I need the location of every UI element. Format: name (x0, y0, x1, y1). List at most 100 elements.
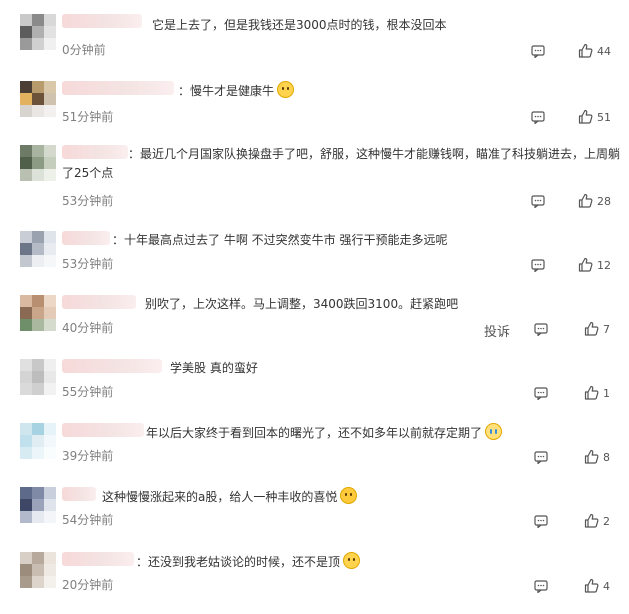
avatar-pixel (44, 447, 56, 459)
comment-bubble-icon[interactable] (534, 387, 548, 400)
avatar-pixel (20, 383, 32, 395)
username-redacted[interactable] (62, 14, 142, 28)
avatar[interactable] (20, 145, 56, 181)
username-redacted[interactable] (62, 487, 96, 501)
avatar-pixel (20, 243, 32, 255)
avatar-pixel (44, 435, 56, 447)
comment-time: 51分钟前 (62, 110, 114, 124)
like-count: 12 (597, 259, 611, 272)
avatar-pixel (20, 423, 32, 435)
avatar-pixel (32, 499, 44, 511)
avatar-pixel (32, 26, 44, 38)
report-button[interactable]: 投诉 (484, 321, 510, 340)
comment-time: 20分钟前 (62, 578, 114, 592)
thumbs-up-icon[interactable] (584, 513, 599, 528)
avatar-pixel (32, 157, 44, 169)
avatar-pixel (44, 14, 56, 26)
like-count: 4 (603, 580, 610, 593)
username-redacted[interactable] (62, 552, 134, 566)
avatar-pixel (44, 552, 56, 564)
avatar-pixel (32, 169, 44, 181)
avatar-pixel (44, 511, 56, 523)
avatar-pixel (32, 255, 44, 267)
avatar-pixel (32, 14, 44, 26)
comment-bubble-icon[interactable] (531, 45, 545, 58)
comment-text: 学美股 真的蛮好 (170, 361, 258, 375)
avatar-pixel (20, 295, 32, 307)
comment-bubble-icon[interactable] (531, 195, 545, 208)
avatar-pixel (44, 38, 56, 50)
avatar-pixel (20, 145, 32, 157)
thumbs-up-icon[interactable] (578, 109, 593, 124)
avatar-pixel (32, 319, 44, 331)
avatar-pixel (44, 26, 56, 38)
avatar-pixel (20, 447, 32, 459)
comment-bubble-icon[interactable] (534, 515, 548, 528)
avatar-pixel (44, 359, 56, 371)
avatar-pixel (20, 38, 32, 50)
avatar[interactable] (20, 14, 56, 50)
username-redacted[interactable] (62, 81, 174, 95)
avatar-pixel (20, 435, 32, 447)
avatar-pixel (44, 487, 56, 499)
comment-text: ：还没到我老姑谈论的时候，还不是顶 (136, 552, 361, 572)
thumbs-up-icon[interactable] (584, 449, 599, 464)
avatar-pixel (20, 564, 32, 576)
comment-bubble-icon[interactable] (534, 451, 548, 464)
comment-time: 40分钟前 (62, 321, 114, 335)
avatar[interactable] (20, 81, 56, 117)
comment-bubble-icon[interactable] (534, 580, 548, 593)
avatar-pixel (20, 511, 32, 523)
avatar-pixel (20, 93, 32, 105)
avatar-pixel (32, 243, 44, 255)
avatar-pixel (32, 447, 44, 459)
comment-text: ：最近几个月国家队换操盘手了吧，舒服，这种慢牛才能赚钱啊，瞄准了科技躺进去，上周… (62, 147, 621, 180)
avatar-pixel (44, 93, 56, 105)
username-redacted[interactable] (62, 295, 136, 309)
avatar[interactable] (20, 231, 56, 267)
avatar-pixel (32, 307, 44, 319)
avatar-pixel (20, 14, 32, 26)
avatar[interactable] (20, 295, 56, 331)
comment-text: ：慢牛才是健康牛 (178, 81, 295, 101)
avatar-pixel (44, 81, 56, 93)
like-count: 1 (603, 387, 610, 400)
avatar-pixel (20, 105, 32, 117)
like-count: 8 (603, 451, 610, 464)
avatar[interactable] (20, 359, 56, 395)
like-count: 2 (603, 515, 610, 528)
avatar[interactable] (20, 423, 56, 459)
avatar[interactable] (20, 552, 56, 588)
comment-bubble-icon[interactable] (534, 323, 548, 336)
comment-time: 55分钟前 (62, 385, 114, 399)
comment-time: 53分钟前 (62, 194, 114, 208)
comment-bubble-icon[interactable] (531, 111, 545, 124)
comment-text: 年以后大家终于看到回本的曙光了，还不如多年以前就存定期了 (146, 423, 503, 443)
avatar-pixel (32, 511, 44, 523)
avatar-pixel (44, 383, 56, 395)
thumbs-up-icon[interactable] (578, 257, 593, 272)
avatar-pixel (32, 564, 44, 576)
thumbs-up-icon[interactable] (584, 385, 599, 400)
username-redacted[interactable] (62, 423, 144, 437)
comment-bubble-icon[interactable] (531, 259, 545, 272)
username-redacted[interactable] (62, 231, 110, 245)
thumbs-up-icon[interactable] (578, 43, 593, 58)
like-count: 7 (603, 323, 610, 336)
thumbs-up-icon[interactable] (584, 321, 599, 336)
avatar[interactable] (20, 487, 56, 523)
avatar-pixel (20, 319, 32, 331)
avatar-pixel (20, 487, 32, 499)
avatar-pixel (32, 93, 44, 105)
username-redacted[interactable] (62, 359, 162, 373)
avatar-pixel (20, 81, 32, 93)
avatar-pixel (44, 295, 56, 307)
avatar-pixel (44, 499, 56, 511)
comment-feed: 它是上去了，但是我钱还是3000点时的钱，根本没回本 0分钟前 44 ：慢牛才是… (0, 0, 629, 614)
thumbs-up-icon[interactable] (578, 193, 593, 208)
avatar-pixel (32, 423, 44, 435)
thumbs-up-icon[interactable] (584, 578, 599, 593)
avatar-pixel (44, 231, 56, 243)
cat-face-icon (277, 81, 295, 98)
comment-text: ：十年最高点过去了 牛啊 不过突然变牛市 强行干预能走多远呢 (112, 233, 448, 247)
